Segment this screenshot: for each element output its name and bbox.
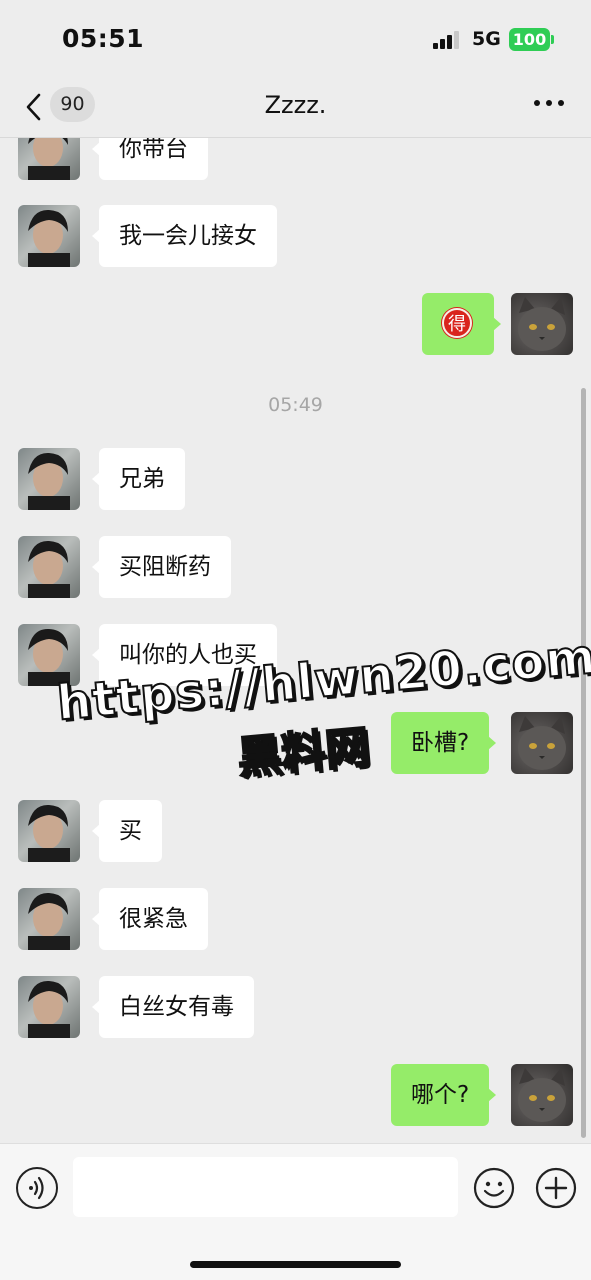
message-bubble-received[interactable]: 很紧急 <box>92 888 208 950</box>
contact-avatar[interactable] <box>18 888 80 950</box>
chat-title: Zzzz. <box>264 91 327 119</box>
plus-icon[interactable] <box>535 1167 577 1209</box>
contact-avatar[interactable] <box>18 800 80 862</box>
home-indicator[interactable] <box>190 1261 401 1268</box>
chat-header: 90 Zzzz. <box>0 80 591 138</box>
contact-avatar[interactable] <box>18 536 80 598</box>
message-list[interactable]: 你带台 我一会儿接女 得 05:49 兄弟 买阻断药 叫你的人也买 卧槽? 买 … <box>0 138 591 1143</box>
message-bubble-received[interactable]: 我一会儿接女 <box>92 205 277 267</box>
battery-icon: 100 <box>509 28 550 51</box>
self-avatar[interactable] <box>511 1064 573 1126</box>
contact-avatar[interactable] <box>18 624 80 686</box>
message-bubble-received[interactable]: 叫你的人也买 <box>92 624 277 686</box>
contact-avatar[interactable] <box>18 448 80 510</box>
self-avatar[interactable] <box>511 293 573 355</box>
message-bubble-received[interactable]: 买 <box>92 800 162 862</box>
message-bubble-sent[interactable]: 哪个? <box>391 1064 497 1126</box>
message-bubble-received[interactable]: 兄弟 <box>92 448 185 510</box>
voice-input-icon[interactable] <box>16 1167 58 1209</box>
battery-tip <box>551 35 554 44</box>
network-type: 5G <box>472 28 501 50</box>
status-time: 05:51 <box>62 24 145 53</box>
message-input[interactable] <box>73 1157 458 1217</box>
status-bar: 05:51 5G 100 <box>0 0 591 80</box>
self-avatar[interactable] <box>511 712 573 774</box>
contact-avatar[interactable] <box>18 205 80 267</box>
cellular-signal-icon <box>433 31 463 49</box>
emoji-icon[interactable] <box>473 1167 515 1209</box>
message-bubble-sent[interactable]: 得 <box>422 293 501 355</box>
de-emoji-icon: 得 <box>442 308 472 338</box>
contact-avatar[interactable] <box>18 976 80 1038</box>
message-bubble-received[interactable]: 白丝女有毒 <box>92 976 254 1038</box>
more-options-icon[interactable] <box>534 100 566 110</box>
message-scrollbar[interactable] <box>581 388 586 1138</box>
message-bubble-sent[interactable]: 卧槽? <box>391 712 497 774</box>
message-bubble-received[interactable]: 你带台 <box>92 138 208 180</box>
contact-avatar[interactable] <box>18 138 80 180</box>
message-timestamp: 05:49 <box>268 394 323 416</box>
input-bar <box>0 1143 591 1280</box>
message-bubble-received[interactable]: 买阻断药 <box>92 536 231 598</box>
